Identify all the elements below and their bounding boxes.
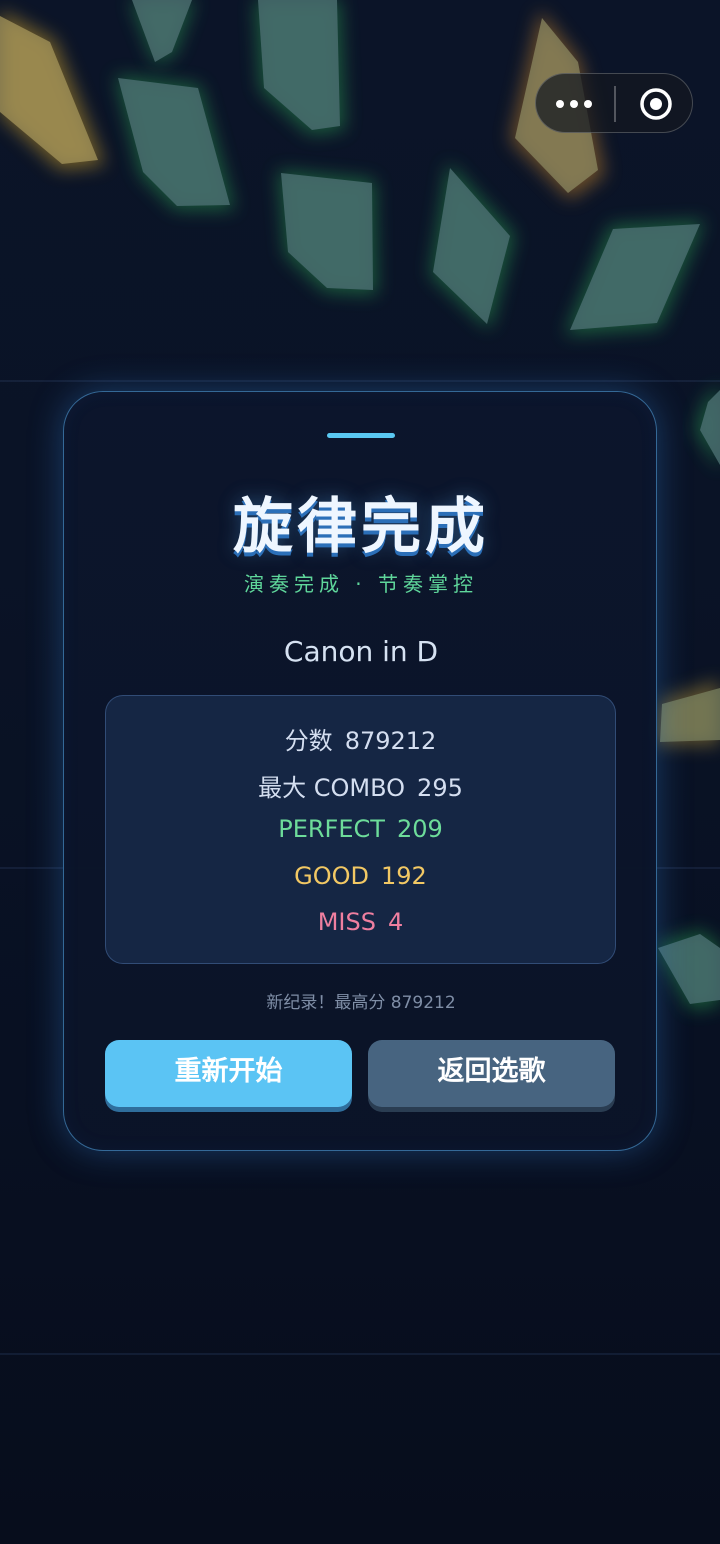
target-circle-icon[interactable] <box>639 87 673 121</box>
result-panel: 旋律完成 演奏完成 · 节奏掌控 Canon in D 分数 879212 最大 … <box>63 391 657 1151</box>
note-tile-green <box>115 75 235 210</box>
result-title: 旋律完成 <box>233 492 489 562</box>
result-subtitle: 演奏完成 · 节奏掌控 <box>243 572 479 596</box>
restart-button[interactable]: 重新开始 <box>105 1040 352 1107</box>
note-tile-green <box>130 0 195 65</box>
note-tile-green <box>278 170 377 295</box>
song-name: Canon in D <box>283 635 439 668</box>
perfect-label: PERFECT <box>278 815 385 843</box>
note-tile-green <box>655 930 720 1010</box>
back-to-song-select-button[interactable]: 返回选歌 <box>368 1040 615 1107</box>
good-row: GOOD 192 <box>106 862 615 890</box>
new-record-text: 新纪录！最高分 879212 <box>266 993 456 1013</box>
score-label: 分数 <box>284 727 333 755</box>
note-tile-gold <box>655 680 720 745</box>
score-row: 分数 879212 <box>106 721 615 756</box>
note-tile-green <box>565 220 705 335</box>
combo-row: 最大 COMBO 295 <box>106 768 615 803</box>
score-value: 879212 <box>344 727 437 755</box>
note-tile-green <box>430 162 515 330</box>
more-dots-icon[interactable] <box>556 74 594 134</box>
note-tile-green <box>255 0 345 135</box>
note-tile-green <box>695 385 720 470</box>
miss-row: MISS 4 <box>106 908 615 936</box>
game-stage: 旋律完成 演奏完成 · 节奏掌控 Canon in D 分数 879212 最大 … <box>0 0 720 1544</box>
perfect-value: 209 <box>396 815 443 843</box>
combo-value: 295 <box>417 774 463 802</box>
stats-box: 分数 879212 最大 COMBO 295 PERFECT 209 GOOD 192 … <box>105 695 616 964</box>
capsule-divider <box>614 86 616 122</box>
good-value: 192 <box>381 862 427 890</box>
good-label: GOOD <box>294 862 370 890</box>
mini-program-capsule <box>535 73 693 133</box>
miss-label: MISS <box>317 908 376 936</box>
miss-value: 4 <box>387 908 404 936</box>
combo-label: 最大 COMBO <box>258 774 406 802</box>
panel-handle <box>327 433 395 438</box>
note-tile-gold <box>0 10 105 170</box>
perfect-row: PERFECT 209 <box>106 815 615 843</box>
